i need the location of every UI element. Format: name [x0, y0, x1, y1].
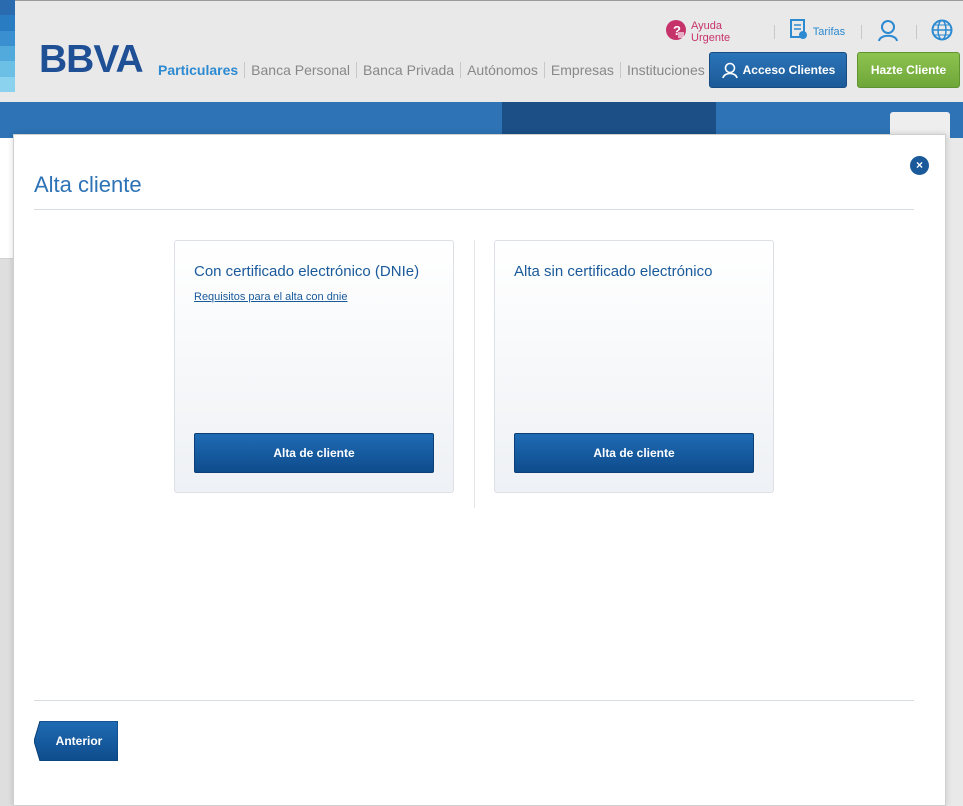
main-nav-active-item[interactable]	[502, 102, 716, 138]
alta-cliente-modal: Alta cliente × Con certificado electróni…	[13, 134, 946, 806]
alta-cliente-sin-certificado-button[interactable]: Alta de cliente	[514, 433, 754, 473]
decorative-stripes	[0, 0, 15, 92]
hazte-cliente-button[interactable]: Hazte Cliente	[857, 52, 960, 88]
bbva-logo[interactable]: BBVA	[39, 40, 144, 80]
divider	[34, 209, 914, 210]
segment-instituciones[interactable]: Instituciones	[621, 62, 711, 78]
divider	[861, 24, 863, 39]
segment-nav: Particulares Banca Personal Banca Privad…	[158, 62, 711, 78]
anterior-button[interactable]: Anterior	[34, 721, 118, 761]
acceso-clientes-button[interactable]: Acceso Clientes	[709, 52, 847, 88]
globe-icon	[931, 19, 953, 44]
segment-autonomos[interactable]: Autónomos	[461, 62, 545, 78]
segment-particulares[interactable]: Particulares	[158, 62, 246, 78]
close-icon[interactable]: ×	[910, 156, 929, 175]
modal-title: Alta cliente	[34, 172, 142, 197]
tarifas-label: Tarifas	[812, 25, 846, 38]
segment-banca-privada[interactable]: Banca Privada	[357, 62, 462, 78]
card-sin-certificado: Alta sin certificado electrónico Alta de…	[494, 240, 774, 493]
card-title: Alta sin certificado electrónico	[514, 263, 713, 280]
user-icon	[876, 18, 900, 45]
acceso-clientes-label: Acceso Clientes	[742, 63, 836, 77]
language-link[interactable]	[931, 19, 953, 44]
document-icon	[789, 19, 809, 44]
ayuda-urgente-link[interactable]: ? Ayuda Urgente	[665, 19, 758, 44]
card-con-certificado: Con certificado electrónico (DNIe) Requi…	[174, 240, 454, 493]
segment-banca-personal[interactable]: Banca Personal	[245, 62, 358, 78]
top-links: ? Ayuda Urgente Tarifas	[665, 18, 963, 45]
segment-empresas[interactable]: Empresas	[545, 62, 621, 78]
tarifas-link[interactable]: Tarifas	[789, 19, 845, 44]
card-title: Con certificado electrónico (DNIe)	[194, 263, 420, 280]
user-icon	[721, 61, 739, 79]
user-support-link[interactable]	[876, 18, 900, 45]
scrollbar-track[interactable]	[946, 138, 963, 806]
requisitos-dnie-link[interactable]: Requisitos para el alta con dnie	[194, 291, 347, 303]
ayuda-urgente-label: Ayuda Urgente	[691, 19, 731, 44]
divider	[474, 240, 475, 508]
divider	[916, 24, 917, 39]
divider	[773, 24, 775, 39]
main-nav	[0, 102, 963, 138]
anterior-label: Anterior	[55, 734, 103, 748]
help-urgent-icon: ?	[665, 19, 687, 44]
divider	[34, 700, 914, 701]
alta-cliente-dnie-button[interactable]: Alta de cliente	[194, 433, 434, 473]
